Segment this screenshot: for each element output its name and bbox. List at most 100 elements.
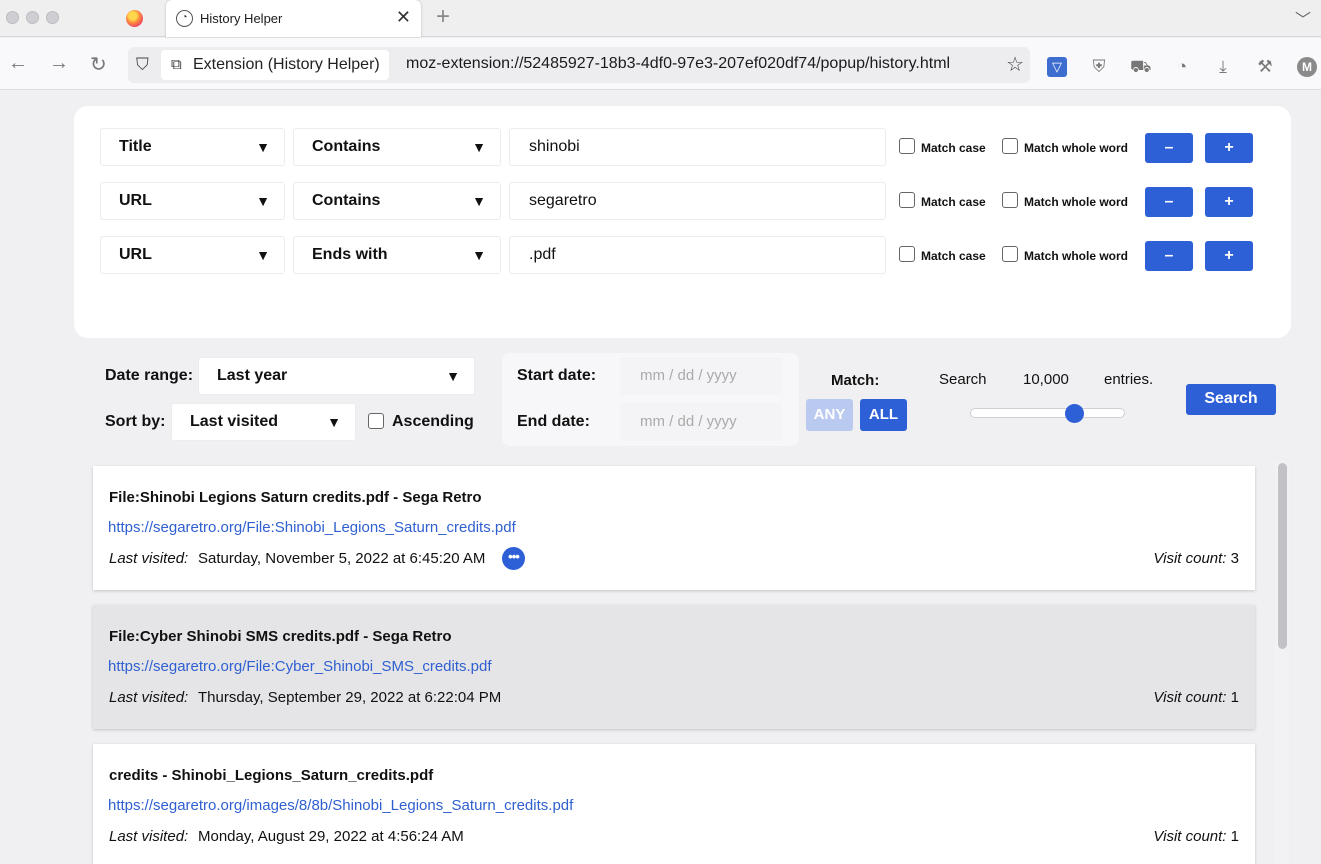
result-card[interactable]: File:Cyber Shinobi SMS credits.pdf - Seg… <box>93 605 1255 729</box>
search-button[interactable]: Search <box>1186 384 1276 415</box>
filter-2-remove-button[interactable]: – <box>1145 187 1193 217</box>
url-bar[interactable]: ⛉ ⧉ Extension (History Helper) moz-exten… <box>128 47 1030 83</box>
last-visited-label: Last visited: <box>109 828 189 845</box>
result-title: credits - Shinobi_Legions_Saturn_credits… <box>109 767 434 784</box>
tab-history-helper[interactable]: ◔ History Helper ✕ <box>166 0 421 37</box>
search-count-value: 10,000 <box>1023 371 1069 388</box>
entry-count-slider[interactable] <box>970 408 1125 418</box>
filter-2-value-input[interactable]: segaretro <box>509 182 886 220</box>
search-count-prefix: Search <box>939 371 987 388</box>
visit-count: Visit count: 3 <box>1153 550 1239 567</box>
url-text[interactable]: moz-extension://52485927-18b3-4df0-97e3-… <box>406 55 950 73</box>
filter-1-match-case-checkbox[interactable] <box>899 138 915 154</box>
account-avatar[interactable]: M <box>1297 57 1317 77</box>
entry-count-slider-thumb[interactable] <box>1065 404 1085 423</box>
bitwarden-icon[interactable]: ▽ <box>1047 57 1067 77</box>
result-url-link[interactable]: https://segaretro.org/images/8/8b/Shinob… <box>108 797 573 814</box>
filter-2-match-whole-checkbox[interactable] <box>1002 192 1018 208</box>
dropdown-arrow-icon: ▼ <box>256 139 270 155</box>
filter-1-match-whole-checkbox[interactable] <box>1002 138 1018 154</box>
sort-by-select[interactable]: Last visited ▼ <box>171 403 356 441</box>
close-tab-icon[interactable]: ✕ <box>396 7 411 28</box>
ascending-label: Ascending <box>392 413 474 430</box>
match-any-button[interactable]: ANY <box>806 399 853 431</box>
filter-2-op-select[interactable]: Contains ▼ <box>293 182 501 220</box>
minimize-window-button[interactable] <box>26 11 39 24</box>
tab-strip: ◔ History Helper ✕ + ﹀ <box>0 0 1321 37</box>
visit-count-value: 1 <box>1230 689 1239 706</box>
match-all-button[interactable]: ALL <box>860 399 907 431</box>
list-tabs-chevron-icon[interactable]: ﹀ <box>1295 6 1311 30</box>
navigation-toolbar: ← → ↻ ⛉ ⧉ Extension (History Helper) moz… <box>0 38 1321 90</box>
history-helper-toolbar-icon[interactable]: ◔ <box>1172 57 1192 77</box>
forward-arrow-icon[interactable]: → <box>49 52 69 75</box>
filter-1-add-button[interactable]: + <box>1205 133 1253 163</box>
filter-3-value-input[interactable]: .pdf <box>509 236 886 274</box>
date-range-label: Date range: <box>105 367 194 384</box>
visit-count-label: Visit count: <box>1153 828 1227 845</box>
extension-shoe-icon[interactable]: ⛟ <box>1130 57 1151 77</box>
result-card[interactable]: File:Shinobi Legions Saturn credits.pdf … <box>93 466 1255 590</box>
extension-identity-chip[interactable]: ⧉ Extension (History Helper) <box>161 50 389 80</box>
zoom-window-button[interactable] <box>46 11 59 24</box>
result-card[interactable]: credits - Shinobi_Legions_Saturn_credits… <box>93 744 1255 864</box>
filter-1-op-select[interactable]: Contains ▼ <box>293 128 501 166</box>
custom-dates-box: Start date: mm / dd / yyyy End date: mm … <box>502 353 799 446</box>
ascending-checkbox[interactable] <box>368 413 384 429</box>
filter-1-remove-button[interactable]: – <box>1145 133 1193 163</box>
back-arrow-icon[interactable]: ← <box>8 52 28 75</box>
results-scrollbar-thumb[interactable] <box>1278 463 1287 649</box>
filter-3-field-value: URL <box>119 246 152 263</box>
tab-title: History Helper <box>200 11 283 26</box>
filter-3-field-select[interactable]: URL ▼ <box>100 236 285 274</box>
end-date-label: End date: <box>517 413 590 430</box>
firefox-pinned-tab-icon[interactable] <box>126 10 143 27</box>
start-date-input[interactable]: mm / dd / yyyy <box>620 357 782 395</box>
filter-2-field-select[interactable]: URL ▼ <box>100 182 285 220</box>
visit-count-value: 1 <box>1230 828 1239 845</box>
last-visited-label: Last visited: <box>109 689 189 706</box>
visit-count-label: Visit count: <box>1153 689 1227 706</box>
match-label: Match: <box>831 372 880 389</box>
filter-3-add-button[interactable]: + <box>1205 241 1253 271</box>
result-title: File:Cyber Shinobi SMS credits.pdf - Seg… <box>109 628 452 645</box>
filter-3-op-select[interactable]: Ends with ▼ <box>293 236 501 274</box>
date-range-select[interactable]: Last year ▼ <box>198 357 475 395</box>
sort-by-value: Last visited <box>190 413 279 430</box>
visit-count-label: Visit count: <box>1153 550 1227 567</box>
bookmark-star-icon[interactable]: ☆ <box>1006 52 1024 77</box>
more-options-icon[interactable]: ••• <box>502 547 525 570</box>
start-date-label: Start date: <box>517 367 597 384</box>
close-window-button[interactable] <box>6 11 19 24</box>
last-visited-value: Saturday, November 5, 2022 at 6:45:20 AM <box>198 550 486 567</box>
end-date-input[interactable]: mm / dd / yyyy <box>620 403 782 441</box>
filter-1-field-value: Title <box>119 138 152 155</box>
puzzle-icon: ⧉ <box>171 56 182 73</box>
last-visited-value: Monday, August 29, 2022 at 4:56:24 AM <box>198 828 464 845</box>
wrench-icon[interactable]: ⚒ <box>1255 57 1275 77</box>
date-range-value: Last year <box>217 367 288 384</box>
visit-count: Visit count: 1 <box>1153 828 1239 845</box>
filter-1-match-whole-label: Match whole word <box>1024 141 1129 155</box>
result-url-link[interactable]: https://segaretro.org/File:Shinobi_Legio… <box>108 519 516 536</box>
filter-3-match-case-checkbox[interactable] <box>899 246 915 262</box>
filter-2-match-case-label: Match case <box>921 195 986 209</box>
new-tab-button[interactable]: + <box>436 3 450 31</box>
filter-3-match-whole-label: Match whole word <box>1024 249 1129 263</box>
filter-1-field-select[interactable]: Title ▼ <box>100 128 285 166</box>
filter-1-value-input[interactable]: shinobi <box>509 128 886 166</box>
filter-2-add-button[interactable]: + <box>1205 187 1253 217</box>
ublock-origin-icon[interactable]: ⛨ <box>1089 57 1109 77</box>
filter-3-remove-button[interactable]: – <box>1145 241 1193 271</box>
reload-icon[interactable]: ↻ <box>90 52 107 77</box>
filter-2-match-case-checkbox[interactable] <box>899 192 915 208</box>
last-visited-label: Last visited: <box>109 550 189 567</box>
tracking-shield-icon[interactable]: ⛉ <box>136 55 149 75</box>
sort-by-label: Sort by: <box>105 413 166 430</box>
dropdown-arrow-icon: ▼ <box>472 247 486 263</box>
visit-count-value: 3 <box>1230 550 1239 567</box>
downloads-icon[interactable]: ⤓ <box>1213 57 1233 77</box>
last-visited-value: Thursday, September 29, 2022 at 6:22:04 … <box>198 689 502 706</box>
filter-3-match-whole-checkbox[interactable] <box>1002 246 1018 262</box>
result-url-link[interactable]: https://segaretro.org/File:Cyber_Shinobi… <box>108 658 492 675</box>
